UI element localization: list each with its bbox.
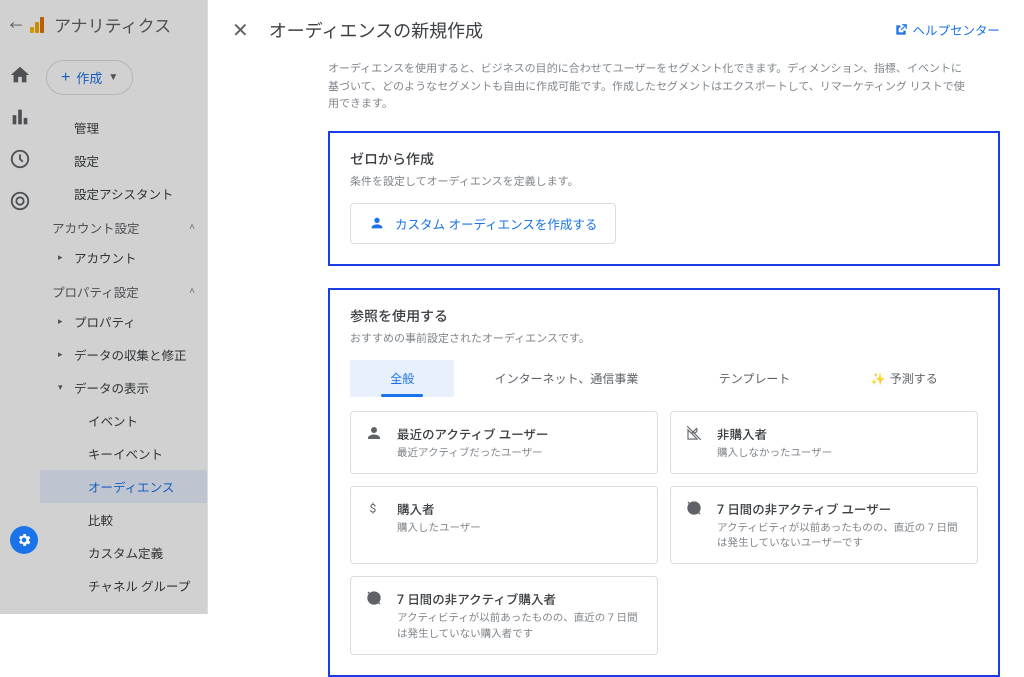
product-header: ← アナリティクス — [0, 0, 207, 48]
card-use-reference: 参照を使用する おすすめの事前設定されたオーディエンスです。 全般 インターネッ… — [328, 288, 1000, 677]
reports-icon[interactable] — [9, 106, 31, 128]
open-in-new-icon — [894, 23, 908, 37]
template-purchasers[interactable]: $ 購入者 購入したユーザー — [350, 486, 658, 565]
create-custom-audience-button[interactable]: カスタム オーディエンスを作成する — [350, 203, 616, 244]
nav-subitem-key-events[interactable]: キーイベント — [40, 437, 207, 470]
left-icon-rail — [0, 52, 40, 212]
create-audience-modal: ✕ オーディエンスの新規作成 ヘルプセンター オーディエンスを使用すると、ビジネ… — [208, 0, 1024, 614]
nav-subitem-events[interactable]: イベント — [40, 404, 207, 437]
modal-body: オーディエンスを使用すると、ビジネスの目的に合わせてユーザーをセグメント化できま… — [208, 60, 1024, 677]
nav-item-property[interactable]: ▸プロパティ — [40, 305, 207, 338]
card-from-scratch: ゼロから作成 条件を設定してオーディエンスを定義します。 カスタム オーディエン… — [328, 131, 1000, 266]
nav-item-admin[interactable]: 管理 — [40, 111, 207, 144]
tab-internet-telecom[interactable]: インターネット、通信事業 — [454, 360, 678, 397]
clock-off-icon — [685, 499, 705, 552]
nav-subitem-channel-groups[interactable]: チャネル グループ — [40, 569, 207, 602]
modal-title: オーディエンスの新規作成 — [269, 17, 895, 43]
gear-icon — [16, 532, 32, 548]
template-recently-active-users[interactable]: 最近のアクティブ ユーザー 最近アクティブだったユーザー — [350, 411, 658, 474]
person-icon — [369, 215, 385, 231]
close-icon[interactable]: ✕ — [232, 18, 249, 42]
card-subtitle: 条件を設定してオーディエンスを定義します。 — [350, 173, 978, 189]
template-7day-inactive-users[interactable]: 7 日間の非アクティブ ユーザー アクティビティが以前あったものの、直近の 7 … — [670, 486, 978, 565]
card-subtitle: おすすめの事前設定されたオーディエンスです。 — [350, 330, 978, 346]
template-7day-inactive-purchasers[interactable]: 7 日間の非アクティブ購入者 アクティビティが以前あったものの、直近の 7 日間… — [350, 576, 658, 655]
nav-section-account[interactable]: アカウント設定˄ — [40, 210, 207, 241]
advertising-icon[interactable] — [9, 190, 31, 212]
nav-section-property[interactable]: プロパティ設定˄ — [40, 274, 207, 305]
settings-fab[interactable] — [10, 526, 38, 554]
help-center-link[interactable]: ヘルプセンター — [894, 20, 1000, 39]
tab-general[interactable]: 全般 — [350, 360, 454, 397]
explore-icon[interactable] — [9, 148, 31, 170]
nav-item-setup-assistant[interactable]: 設定アシスタント — [40, 177, 207, 210]
reference-tabs: 全般 インターネット、通信事業 テンプレート ✨予測する — [350, 360, 978, 397]
nav-subitem-custom-definitions[interactable]: カスタム定義 — [40, 536, 207, 569]
modal-header: ✕ オーディエンスの新規作成 ヘルプセンター — [208, 0, 1024, 60]
product-title: アナリティクス — [54, 12, 171, 37]
wand-icon: ✨ — [871, 372, 886, 386]
tab-predictive[interactable]: ✨予測する — [831, 360, 978, 397]
expand-arrow-icon: ▾ — [58, 383, 66, 393]
nav-item-account[interactable]: ▸アカウント — [40, 241, 207, 274]
person-icon — [365, 424, 385, 461]
person-off-icon — [685, 424, 705, 461]
sidebar-content: + 作成 ▼ 管理 設定 設定アシスタント アカウント設定˄ ▸アカウント プロ… — [40, 60, 207, 602]
nav-item-data-display[interactable]: ▾データの表示 — [40, 371, 207, 404]
dollar-icon: $ — [365, 499, 385, 552]
clock-off-icon — [365, 589, 385, 642]
admin-nav: 管理 設定 設定アシスタント アカウント設定˄ ▸アカウント プロパティ設定˄ … — [40, 111, 207, 602]
collapse-arrow-icon: ▸ — [58, 350, 66, 360]
back-arrow-icon[interactable]: ← — [8, 15, 24, 34]
collapse-arrow-icon: ▸ — [58, 317, 66, 327]
analytics-logo-icon — [30, 15, 48, 33]
chevron-up-icon: ˄ — [189, 222, 195, 233]
nav-item-data-collection[interactable]: ▸データの収集と修正 — [40, 338, 207, 371]
card-title: ゼロから作成 — [350, 149, 978, 169]
card-title: 参照を使用する — [350, 306, 978, 326]
tab-templates[interactable]: テンプレート — [679, 360, 831, 397]
nav-item-settings[interactable]: 設定 — [40, 144, 207, 177]
chevron-up-icon: ˄ — [189, 286, 195, 297]
admin-sidebar: ← アナリティクス + 作成 ▼ 管理 設定 設定アシスタント アカウント設定˄… — [0, 0, 208, 614]
home-icon[interactable] — [9, 64, 31, 86]
template-non-purchasers[interactable]: 非購入者 購入しなかったユーザー — [670, 411, 978, 474]
collapse-arrow-icon: ▸ — [58, 253, 66, 263]
intro-text: オーディエンスを使用すると、ビジネスの目的に合わせてユーザーをセグメント化できま… — [328, 60, 968, 113]
svg-text:$: $ — [370, 501, 377, 515]
template-grid: 最近のアクティブ ユーザー 最近アクティブだったユーザー 非購入者 購入しなかっ… — [350, 411, 978, 655]
nav-subitem-audiences[interactable]: オーディエンス — [40, 470, 207, 503]
create-button[interactable]: + 作成 ▼ — [46, 60, 133, 95]
caret-down-icon: ▼ — [108, 72, 118, 83]
create-button-label: 作成 — [76, 68, 102, 87]
nav-subitem-compare[interactable]: 比較 — [40, 503, 207, 536]
